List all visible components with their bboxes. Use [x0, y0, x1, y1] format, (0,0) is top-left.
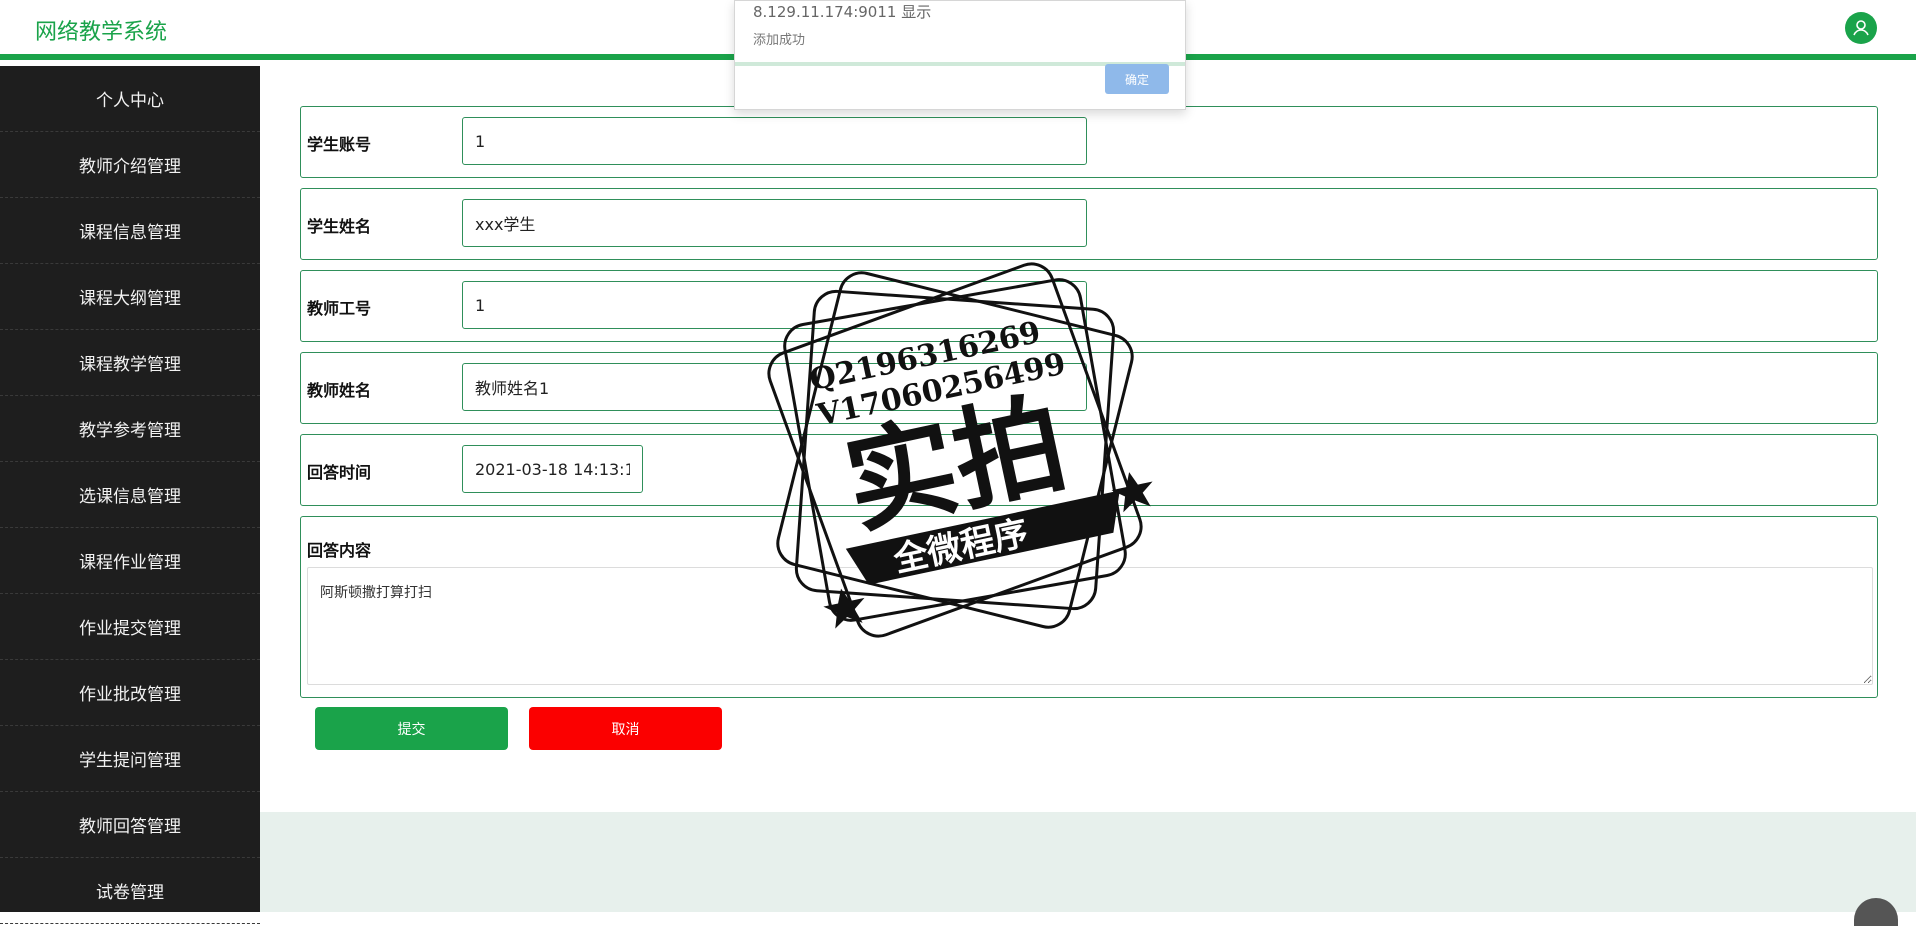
answer-content-textarea[interactable]: 阿斯顿撒打算打扫: [307, 567, 1873, 685]
sidebar-item-label: 教学参考管理: [79, 421, 181, 441]
teacher-name-input[interactable]: [462, 363, 1087, 411]
sidebar-item-course-info[interactable]: 课程信息管理: [0, 198, 260, 264]
answer-content-row: 回答内容 阿斯顿撒打算打扫: [300, 516, 1878, 698]
sidebar-item-label: 选课信息管理: [79, 487, 181, 507]
sidebar-item-course-outline[interactable]: 课程大纲管理: [0, 264, 260, 330]
sidebar-item-label: 教师介绍管理: [79, 157, 181, 177]
sidebar: 个人中心 教师介绍管理 课程信息管理 课程大纲管理 课程教学管理 教学参考管理 …: [0, 66, 260, 924]
footer-band: [260, 812, 1916, 912]
teacher-name-row: 教师姓名: [300, 352, 1878, 424]
teacher-id-input[interactable]: [462, 281, 1087, 329]
sidebar-item-homework-grading[interactable]: 作业批改管理: [0, 660, 260, 726]
sidebar-item-course-selection[interactable]: 选课信息管理: [0, 462, 260, 528]
sidebar-item-label: 作业提交管理: [79, 619, 181, 639]
sidebar-item-label: 个人中心: [96, 91, 164, 111]
sidebar-item-profile[interactable]: 个人中心: [0, 66, 260, 132]
cancel-button[interactable]: 取消: [529, 707, 722, 750]
sidebar-item-course-homework[interactable]: 课程作业管理: [0, 528, 260, 594]
student-account-label: 学生账号: [307, 135, 372, 154]
student-name-row: 学生姓名: [300, 188, 1878, 260]
sidebar-item-label: 试卷管理: [96, 883, 164, 903]
sidebar-item-course-teaching[interactable]: 课程教学管理: [0, 330, 260, 396]
answer-time-input[interactable]: [462, 445, 643, 493]
dialog-ok-button[interactable]: 确定: [1105, 64, 1169, 94]
dialog-message: 添加成功: [753, 33, 806, 48]
alert-dialog: 8.129.11.174:9011 显示 添加成功 确定: [734, 0, 1186, 110]
main-content: 学生账号 学生姓名 教师工号 教师姓名 回答时间 回答内容 阿斯顿撒打算打扫 提…: [260, 66, 1916, 912]
sidebar-item-label: 学生提问管理: [79, 751, 181, 771]
sidebar-item-label: 课程作业管理: [79, 553, 181, 573]
sidebar-item-label: 课程信息管理: [79, 223, 181, 243]
user-icon[interactable]: [1845, 12, 1877, 44]
sidebar-item-teaching-reference[interactable]: 教学参考管理: [0, 396, 260, 462]
dialog-title: 8.129.11.174:9011 显示: [753, 3, 932, 21]
app-title: 网络教学系统: [35, 20, 168, 45]
sidebar-item-label: 课程大纲管理: [79, 289, 181, 309]
sidebar-item-label: 作业批改管理: [79, 685, 181, 705]
sidebar-item-teacher-answers[interactable]: 教师回答管理: [0, 792, 260, 858]
sidebar-item-student-questions[interactable]: 学生提问管理: [0, 726, 260, 792]
answer-time-row: 回答时间: [300, 434, 1878, 506]
teacher-id-label: 教师工号: [307, 299, 372, 318]
student-name-label: 学生姓名: [307, 217, 372, 236]
student-name-input[interactable]: [462, 199, 1087, 247]
teacher-id-row: 教师工号: [300, 270, 1878, 342]
teacher-name-label: 教师姓名: [307, 381, 372, 400]
sidebar-item-label: 课程教学管理: [79, 355, 181, 375]
answer-time-label: 回答时间: [307, 463, 372, 482]
student-account-row: 学生账号: [300, 106, 1878, 178]
submit-button[interactable]: 提交: [315, 707, 508, 750]
sidebar-item-teacher-intro[interactable]: 教师介绍管理: [0, 132, 260, 198]
sidebar-item-exam-papers[interactable]: 试卷管理: [0, 858, 260, 924]
user-glyph: [1853, 20, 1869, 36]
answer-content-label: 回答内容: [307, 541, 372, 560]
sidebar-item-label: 教师回答管理: [79, 817, 181, 837]
sidebar-item-homework-submission[interactable]: 作业提交管理: [0, 594, 260, 660]
student-account-input[interactable]: [462, 117, 1087, 165]
